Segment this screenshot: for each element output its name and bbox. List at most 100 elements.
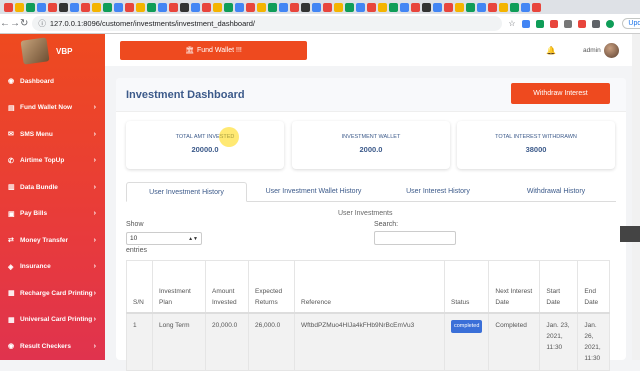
entries-select[interactable]: 10 ▲▼ <box>126 232 202 245</box>
browser-tab-icon[interactable] <box>136 2 145 12</box>
column-header[interactable]: Amount Invested <box>205 260 249 314</box>
sms-icon: ✉ <box>8 131 14 139</box>
sidebar-item[interactable]: ✉ SMS Menu › <box>0 121 105 148</box>
browser-tab-icon[interactable] <box>37 2 46 12</box>
puzzle-icon[interactable] <box>592 19 601 28</box>
column-header[interactable]: End Date <box>577 260 611 314</box>
browser-tab-icon[interactable] <box>488 2 497 12</box>
browser-tab-icon[interactable] <box>521 2 530 12</box>
browser-tab-icon[interactable] <box>433 2 442 12</box>
column-header[interactable]: Investment Plan <box>152 260 206 314</box>
sidebar-item[interactable]: ▤ Fund Wallet Now › <box>0 95 105 122</box>
extension-icon[interactable] <box>536 19 545 28</box>
url-input[interactable]: ⓘ 127.0.0.1:8096/customer/investments/in… <box>32 16 503 31</box>
column-header[interactable]: Status <box>443 260 490 314</box>
browser-tab-icon[interactable] <box>257 2 266 12</box>
back-icon[interactable]: ← <box>0 18 10 29</box>
browser-tab-icon[interactable] <box>400 2 409 12</box>
browser-tab-icon[interactable] <box>70 2 79 12</box>
column-header[interactable]: Next Interest Date <box>488 260 541 314</box>
browser-tab-icon[interactable] <box>180 2 189 12</box>
browser-tab-icon[interactable] <box>15 2 24 12</box>
column-header[interactable]: Reference <box>294 260 445 314</box>
reload-icon[interactable]: ↻ <box>20 18 28 29</box>
cell-amount: 20,000.0 <box>205 312 249 371</box>
browser-tab-icon[interactable] <box>367 2 376 12</box>
browser-tab-icon[interactable] <box>48 2 57 12</box>
browser-tab-icon[interactable] <box>114 2 123 12</box>
browser-tab-icon[interactable] <box>301 2 310 12</box>
browser-tab-icon[interactable] <box>26 2 35 12</box>
sidebar-item[interactable]: ◈ Insurance › <box>0 254 105 281</box>
browser-tab-icon[interactable] <box>455 2 464 12</box>
sidebar-item[interactable]: ◉ Result Checkers › <box>0 333 105 360</box>
browser-tab-icon[interactable] <box>345 2 354 12</box>
browser-tab-icon[interactable] <box>312 2 321 12</box>
browser-tab-icon[interactable] <box>125 2 134 12</box>
page-scrollbar[interactable] <box>632 34 640 360</box>
tab-withdrawal-history[interactable]: Withdrawal History <box>496 182 616 201</box>
admin-label[interactable]: admin <box>583 47 601 54</box>
browser-tab-icon[interactable] <box>169 2 178 12</box>
browser-tab-icon[interactable] <box>4 2 13 12</box>
star-icon[interactable]: ☆ <box>508 19 516 28</box>
tab-user-interest-history[interactable]: User Interest History <box>380 182 496 201</box>
browser-tab-icon[interactable] <box>532 2 541 12</box>
browser-tab-icon[interactable] <box>389 2 398 12</box>
brand[interactable]: VBP <box>0 34 105 68</box>
extension-icon[interactable] <box>564 19 573 28</box>
browser-tab-icon[interactable] <box>213 2 222 12</box>
browser-tab-icon[interactable] <box>92 2 101 12</box>
column-header[interactable]: Start Date <box>539 260 579 314</box>
browser-tab-icon[interactable] <box>147 2 156 12</box>
browser-tab-icon[interactable] <box>378 2 387 12</box>
browser-tab-icon[interactable] <box>477 2 486 12</box>
extension-icon[interactable] <box>550 19 559 28</box>
fund-wallet-button[interactable]: 🏛 Fund Wallet !!! <box>120 40 307 60</box>
extension-icon[interactable] <box>522 19 531 28</box>
browser-tab-icon[interactable] <box>323 2 332 12</box>
sidebar-item[interactable]: ◉ Dashboard <box>0 68 105 95</box>
sidebar-item[interactable]: ✆ Airtime TopUp › <box>0 148 105 175</box>
update-button[interactable]: Update <box>622 18 640 29</box>
browser-tab-icon[interactable] <box>356 2 365 12</box>
browser-tab-icon[interactable] <box>235 2 244 12</box>
browser-tab-icon[interactable] <box>246 2 255 12</box>
tab-user-investment-wallet-history[interactable]: User Investment Wallet History <box>247 182 380 201</box>
browser-tab-icon[interactable] <box>422 2 431 12</box>
browser-tab-icon[interactable] <box>224 2 233 12</box>
browser-tab-icon[interactable] <box>499 2 508 12</box>
avatar[interactable] <box>604 42 619 58</box>
browser-tab-icon[interactable] <box>268 2 277 12</box>
browser-tab-icon[interactable] <box>290 2 299 12</box>
browser-tab-icon[interactable] <box>510 2 519 12</box>
result-icon: ◉ <box>8 343 15 351</box>
browser-tab-icon[interactable] <box>158 2 167 12</box>
sidebar-item[interactable]: ⇄ Money Transfer › <box>0 227 105 254</box>
sidebar-item[interactable]: ▦ Universal Card Printing › <box>0 307 105 334</box>
sidebar-item[interactable]: ▦ Recharge Card Printing › <box>0 280 105 307</box>
browser-tab-icon[interactable] <box>81 2 90 12</box>
scrollbar-thumb[interactable] <box>620 226 640 242</box>
profile-icon[interactable] <box>606 19 615 28</box>
withdraw-interest-button[interactable]: Withdraw Interest <box>511 83 610 104</box>
browser-tab-icon[interactable] <box>202 2 211 12</box>
sidebar-item[interactable]: ▣ Pay Bills › <box>0 201 105 228</box>
tab-user-investment-history[interactable]: User Investment History <box>126 182 247 202</box>
browser-tab-icon[interactable] <box>59 2 68 12</box>
browser-tab-icon[interactable] <box>444 2 453 12</box>
browser-tab-icon[interactable] <box>191 2 200 12</box>
column-header[interactable]: S/N <box>126 260 153 314</box>
browser-tab-icon[interactable] <box>411 2 420 12</box>
sidebar-item[interactable]: ▥ Data Bundle › <box>0 174 105 201</box>
browser-tab-icon[interactable] <box>466 2 475 12</box>
column-header[interactable]: Expected Returns <box>248 260 295 314</box>
browser-tab-icon[interactable] <box>334 2 343 12</box>
cell-reference: WftbdPZMuo4HIJa4kFHb9NrBcEmVu3 <box>294 312 445 371</box>
extension-icon[interactable] <box>578 19 587 28</box>
browser-tab-icon[interactable] <box>279 2 288 12</box>
browser-tab-icon[interactable] <box>103 2 112 12</box>
search-input[interactable] <box>374 231 456 245</box>
forward-icon[interactable]: → <box>10 18 20 29</box>
bell-icon[interactable]: 🔔 <box>546 46 556 55</box>
